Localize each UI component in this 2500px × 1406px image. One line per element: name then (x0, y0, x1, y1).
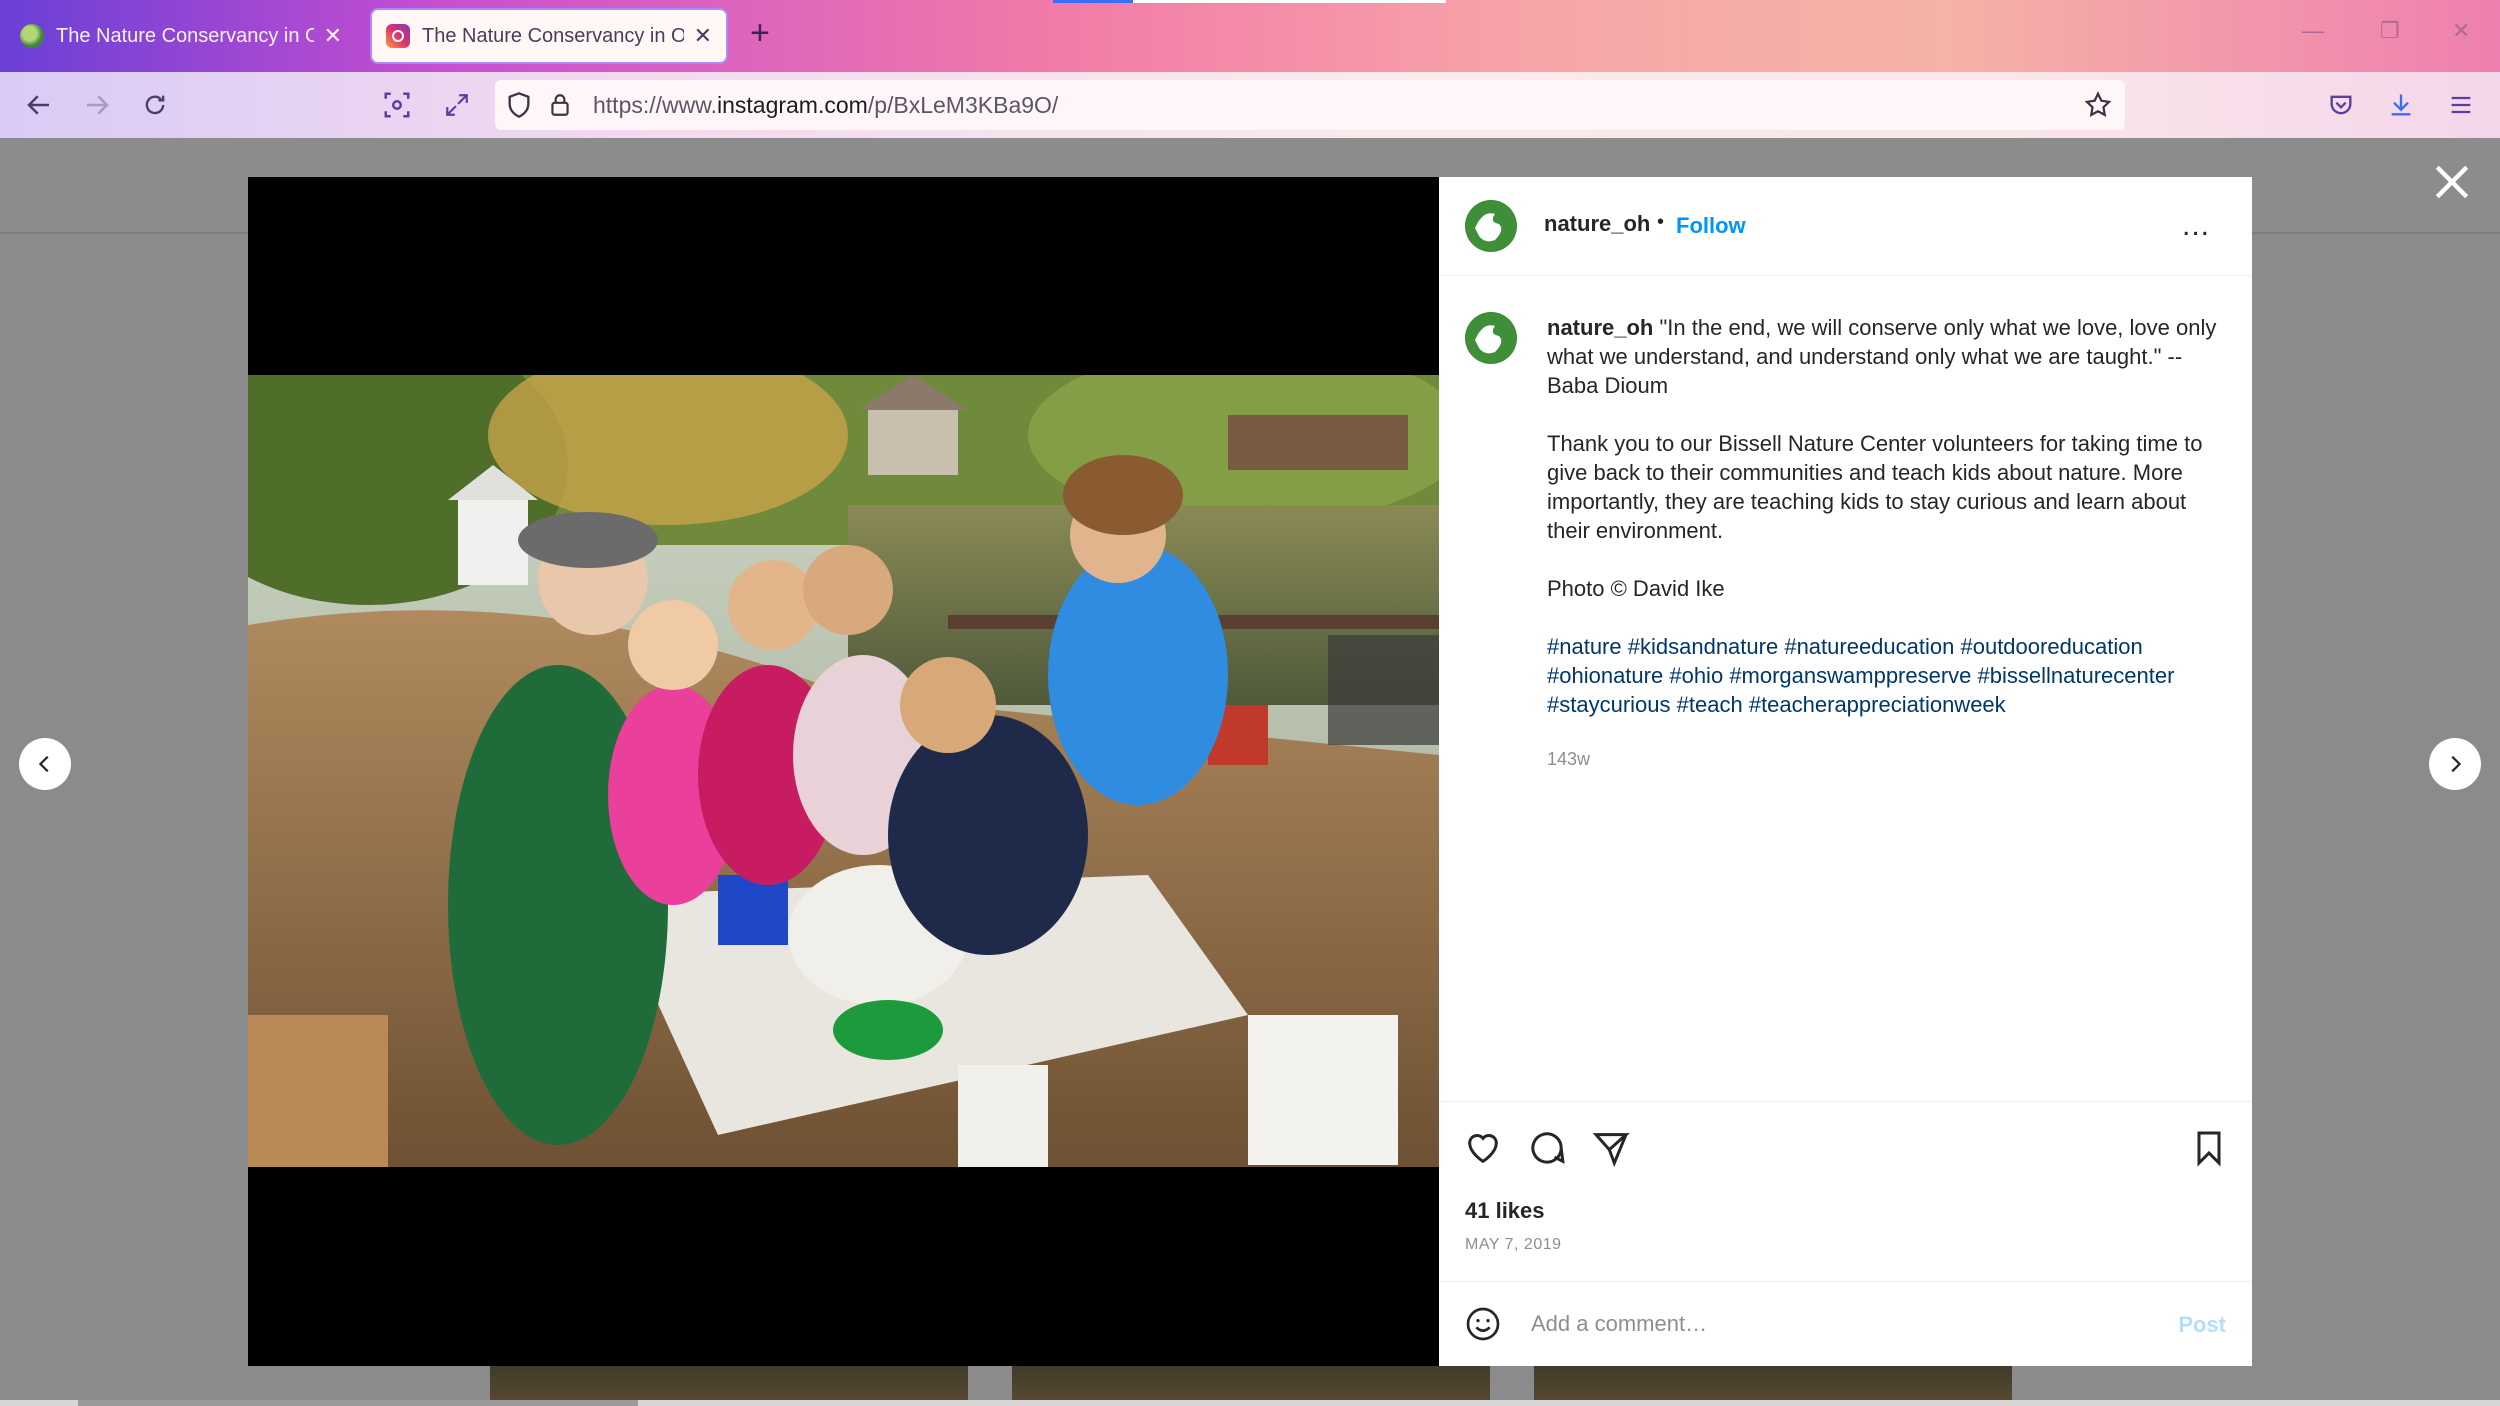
shield-icon[interactable] (505, 90, 533, 125)
bookmark-icon[interactable] (2189, 1128, 2229, 1168)
hashtag-link[interactable]: #kidsandnature (1628, 634, 1778, 659)
hashtag-link[interactable]: #ohio (1669, 663, 1723, 688)
tab-close-icon[interactable]: ✕ (324, 23, 342, 49)
hashtag-link[interactable]: #teach (1677, 692, 1743, 717)
bookmark-star-icon[interactable] (2083, 90, 2113, 125)
hashtag-link[interactable]: #natureeducation (1784, 634, 1954, 659)
forward-arrow-icon[interactable] (78, 86, 116, 124)
instagram-favicon-icon (386, 24, 410, 48)
address-bar[interactable]: https://www.instagram.com/p/BxLeM3KBa9O/ (495, 80, 2125, 130)
tab-title: The Nature Conservancy in Ohio (56, 24, 314, 47)
previous-post-button[interactable] (19, 738, 71, 790)
caption-body: Thank you to our Bissell Nature Center v… (1547, 431, 2203, 543)
comment-composer: Post (1439, 1281, 2252, 1366)
scrollbar-thumb[interactable] (78, 1400, 638, 1406)
tab-title: The Nature Conservancy in OH (422, 24, 684, 47)
post-date: MAY 7, 2019 (1465, 1236, 1562, 1253)
next-post-button[interactable] (2429, 738, 2481, 790)
lock-icon[interactable] (547, 90, 573, 125)
url-prefix: https://www. (593, 92, 717, 118)
hashtag-link[interactable]: #outdooreducation (1960, 634, 2142, 659)
caption-username[interactable]: nature_oh (1547, 315, 1653, 340)
post-photo[interactable] (248, 375, 1439, 1167)
plus-icon[interactable]: + (750, 14, 770, 53)
tab-nature-conservancy-ohio[interactable]: The Nature Conservancy in Ohio ✕ (6, 8, 356, 64)
avatar[interactable] (1465, 200, 1517, 252)
restore-icon[interactable]: ❐ (2380, 18, 2400, 44)
close-icon[interactable] (2430, 160, 2474, 204)
globe-favicon-icon (20, 24, 44, 48)
post-details-panel: nature_oh • Follow ... nature_oh "In the… (1439, 177, 2252, 1366)
tab-loading-indicator (1053, 0, 1133, 3)
post-age[interactable]: 143w (1547, 749, 1590, 770)
post-media-area (248, 177, 1439, 1366)
expand-icon[interactable] (438, 86, 476, 124)
reload-icon[interactable] (136, 86, 174, 124)
comment-input[interactable] (1531, 1304, 2131, 1344)
comment-icon[interactable] (1527, 1128, 1567, 1168)
browser-nav-bar: https://www.instagram.com/p/BxLeM3KBa9O/ (0, 72, 2500, 138)
post-caption: nature_oh "In the end, we will conserve … (1547, 313, 2227, 748)
download-icon[interactable] (2382, 86, 2420, 124)
post-actions: 41 likes MAY 7, 2019 (1439, 1101, 2252, 1281)
tab-instagram-post[interactable]: The Nature Conservancy in OH ✕ (370, 8, 728, 64)
browser-tab-bar: The Nature Conservancy in Ohio ✕ The Nat… (0, 0, 2500, 72)
follow-button[interactable]: Follow (1676, 213, 1746, 239)
caption-credit: Photo © David Ike (1547, 576, 1725, 601)
hashtag-link[interactable]: #nature (1547, 634, 1622, 659)
window-close-icon[interactable]: ✕ (2452, 18, 2470, 44)
chevron-left-icon (38, 755, 49, 773)
hashtag-list: #nature #kidsandnature #natureeducation … (1547, 632, 2227, 719)
likes-count[interactable]: 41 likes (1465, 1198, 1545, 1224)
more-options-icon[interactable]: ... (2182, 209, 2210, 243)
caption-avatar[interactable] (1465, 312, 1517, 364)
url-text[interactable]: https://www.instagram.com/p/BxLeM3KBa9O/ (593, 92, 1058, 119)
tab-close-icon[interactable]: ✕ (694, 23, 712, 49)
separator-dot: • (1657, 211, 1665, 233)
post-comment-button[interactable]: Post (2178, 1312, 2226, 1338)
hashtag-link[interactable]: #teacherappreciationweek (1749, 692, 2006, 717)
chevron-right-icon (2451, 755, 2462, 773)
url-domain: instagram.com (716, 92, 868, 118)
screenshot-icon[interactable] (378, 86, 416, 124)
heart-icon[interactable] (1463, 1128, 1503, 1168)
hashtag-link[interactable]: #bissellnaturecenter (1978, 663, 2175, 688)
hashtag-link[interactable]: #staycurious (1547, 692, 1671, 717)
url-path: /p/BxLeM3KBa9O/ (867, 92, 1059, 118)
emoji-icon[interactable] (1463, 1304, 1503, 1349)
post-header: nature_oh • Follow ... (1439, 177, 2252, 276)
post-author-username[interactable]: nature_oh (1544, 211, 1650, 237)
hashtag-link[interactable]: #ohionature (1547, 663, 1663, 688)
back-arrow-icon[interactable] (20, 86, 58, 124)
horizontal-scrollbar[interactable] (0, 1400, 2500, 1406)
hashtag-link[interactable]: #morganswamppreserve (1729, 663, 1971, 688)
pocket-icon[interactable] (2322, 86, 2360, 124)
menu-icon[interactable] (2442, 86, 2480, 124)
tab-strip-highlight (1133, 0, 1446, 3)
share-icon[interactable] (1591, 1128, 1631, 1168)
minimize-icon[interactable]: — (2302, 18, 2324, 44)
